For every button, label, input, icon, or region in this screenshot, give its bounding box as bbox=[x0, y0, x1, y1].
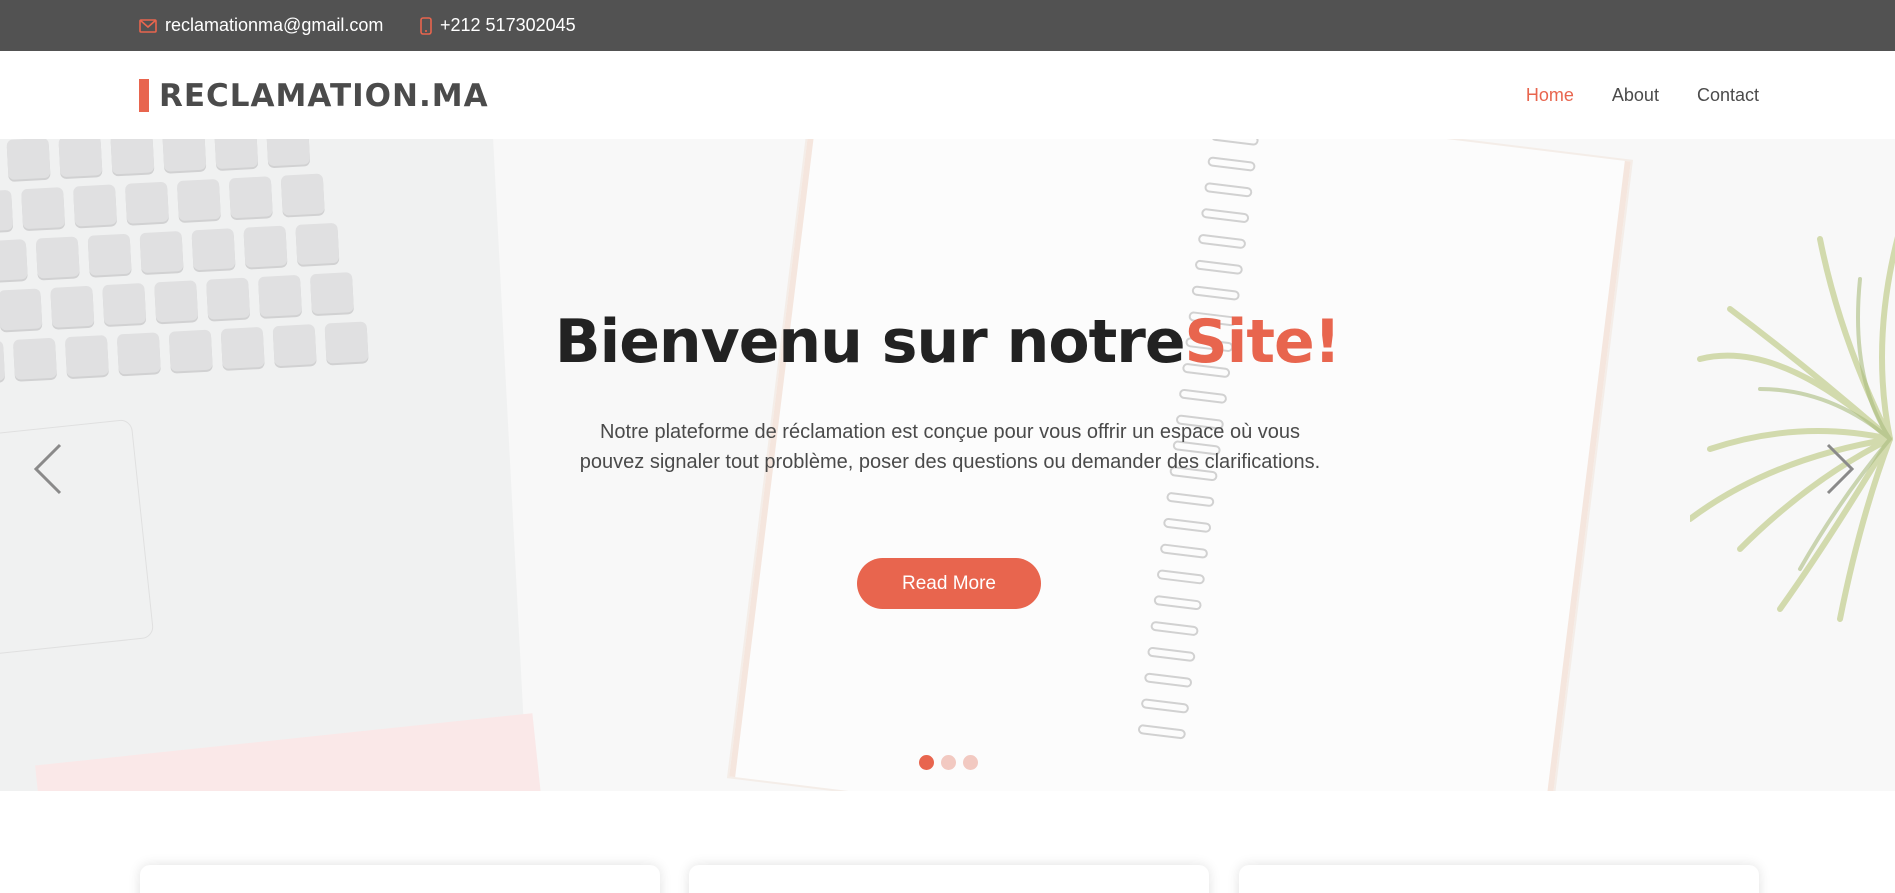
email-text: reclamationma@gmail.com bbox=[165, 15, 384, 35]
site-logo[interactable]: RECLAMATION.MA bbox=[139, 77, 489, 114]
logo-text: RECLAMATION.MA bbox=[159, 77, 489, 114]
carousel-indicators bbox=[919, 755, 985, 770]
read-more-button[interactable]: Read More bbox=[857, 558, 1041, 609]
mobile-phone-icon bbox=[420, 16, 432, 35]
phone-contact[interactable]: +212 517302045 bbox=[420, 0, 576, 51]
chevron-left-icon bbox=[33, 443, 62, 495]
nav-link-contact[interactable]: Contact bbox=[1697, 85, 1759, 106]
top-contact-bar: reclamationma@gmail.com +212 517302045 bbox=[0, 0, 1895, 51]
feature-card-3 bbox=[1239, 865, 1759, 893]
hero-title: Bienvenu sur notreSite! bbox=[0, 307, 1895, 377]
hero-description: Notre plateforme de réclamation est conç… bbox=[579, 421, 1321, 473]
feature-card-2 bbox=[689, 865, 1209, 893]
carousel-next-button[interactable] bbox=[1820, 439, 1860, 499]
carousel-indicator-1[interactable] bbox=[919, 755, 934, 770]
chevron-right-icon bbox=[1826, 443, 1855, 495]
logo-accent-bar bbox=[139, 79, 149, 112]
nav-link-home[interactable]: Home bbox=[1526, 85, 1574, 106]
hero-title-main: Bienvenu sur notre bbox=[554, 307, 1186, 377]
hero-carousel: Bienvenu sur notreSite! Notre plateforme… bbox=[0, 139, 1895, 791]
nav-link-about[interactable]: About bbox=[1612, 85, 1659, 106]
carousel-indicator-3[interactable] bbox=[963, 755, 978, 770]
envelope-icon bbox=[139, 18, 157, 33]
main-navbar: RECLAMATION.MA Home About Contact bbox=[0, 51, 1895, 139]
hero-title-accent: Site! bbox=[1184, 307, 1342, 377]
nav-menu: Home About Contact bbox=[1488, 51, 1759, 139]
carousel-indicator-2[interactable] bbox=[941, 755, 956, 770]
feature-card-1 bbox=[140, 865, 660, 893]
carousel-prev-button[interactable] bbox=[28, 439, 68, 499]
phone-text: +212 517302045 bbox=[440, 15, 576, 35]
email-contact[interactable]: reclamationma@gmail.com bbox=[139, 0, 383, 51]
